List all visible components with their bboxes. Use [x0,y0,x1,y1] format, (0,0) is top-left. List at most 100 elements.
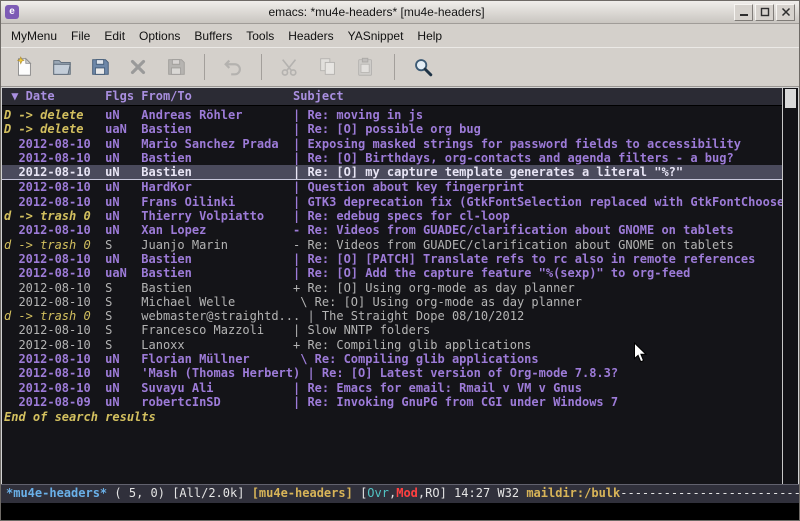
maximize-button[interactable] [755,4,774,21]
modeline-segment-plain: 14:27 [454,486,490,500]
message-summary: uN robertcInSD | Re: Invoking GnuPG from… [105,395,618,409]
modeline-segment-plain: ( 5, 0) [114,486,165,500]
modeline-segment-plain: W32 [497,486,519,500]
toolbar-separator [204,54,205,80]
message-summary: uN 'Mash (Thomas Herbert) | Re: [O] Late… [105,366,618,380]
new-file-icon[interactable] [6,51,42,83]
message-date: 2012-08-10 [4,223,105,237]
message-date: 2012-08-10 [4,137,105,151]
scrollbar-thumb[interactable] [785,89,796,108]
message-summary: uN Bastien | Re: [O] [PATCH] Translate r… [105,252,755,266]
message-summary: uaN Bastien | Re: [O] Add the capture fe… [105,266,690,280]
message-row[interactable]: d -> trash 0 S webmaster@straightd... | … [4,309,782,323]
menu-item-headers[interactable]: Headers [281,26,340,46]
menu-item-edit[interactable]: Edit [97,26,132,46]
titlebar[interactable]: e emacs: *mu4e-headers* [mu4e-headers] [1,1,799,24]
message-row[interactable]: 2012-08-10 uN Xan Lopez - Re: Videos fro… [4,223,782,237]
message-summary: S Michael Welle \ Re: [O] Using org-mode… [105,295,582,309]
message-row[interactable]: 2012-08-10 uN Mario Sanchez Prada | Expo… [4,137,782,151]
menu-bar: MyMenuFileEditOptionsBuffersToolsHeaders… [1,24,799,47]
mark-target: d -> trash 0 [4,238,105,252]
toolbar [1,47,799,87]
message-row[interactable]: d -> trash 0 uN Thierry Volpiatto | Re: … [4,209,782,223]
modeline-segment-mode: maildir:/bulk [526,486,620,500]
buffer-frame: ▼ Date Flgs From/To Subject D -> delete … [1,87,799,484]
message-summary: uN Frans Oilinki | GTK3 deprecation fix … [105,195,782,209]
modeline-segment-plain [244,486,251,500]
menu-item-file[interactable]: File [64,26,97,46]
message-date: 2012-08-10 [4,195,105,209]
minimize-button[interactable] [734,4,753,21]
message-summary: uN Suvayu Ali | Re: Emacs for email: Rma… [105,381,582,395]
menu-item-mymenu[interactable]: MyMenu [4,26,64,46]
echo-area[interactable] [1,503,799,520]
modeline-segment-plain: [ [353,486,367,500]
message-row[interactable]: d -> trash 0 S Juanjo Marin - Re: Videos… [4,238,782,252]
menu-item-options[interactable]: Options [132,26,187,46]
mu4e-headers-buffer: ▼ Date Flgs From/To Subject D -> delete … [2,88,782,484]
message-row[interactable]: D -> delete uaN Bastien | Re: [O] possib… [4,122,782,136]
message-row[interactable]: 2012-08-10 uN HardKor | Question about k… [4,180,782,194]
search-icon[interactable] [405,51,441,83]
message-summary: uN Florian Müllner \ Re: Compiling glib … [105,352,538,366]
message-date: 2012-08-10 [4,338,105,352]
undo-icon [215,51,251,83]
scrollbar[interactable] [782,88,798,484]
toolbar-separator [394,54,395,80]
kill-buffer-icon[interactable] [120,51,156,83]
message-summary: uN HardKor | Question about key fingerpr… [105,180,524,194]
message-row[interactable]: 2012-08-10 uN Florian Müllner \ Re: Comp… [4,352,782,366]
modeline-segment-plain: RO [425,486,439,500]
message-summary: uN Xan Lopez - Re: Videos from GUADEC/cl… [105,223,734,237]
message-row[interactable]: 2012-08-10 uN Bastien | Re: [O] [PATCH] … [4,252,782,266]
message-row[interactable]: D -> delete uN Andreas Röhler | Re: movi… [4,108,782,122]
message-date: 2012-08-10 [4,281,105,295]
message-row[interactable]: 2012-08-10 uN 'Mash (Thomas Herbert) | R… [4,366,782,380]
end-of-search-results: End of search results [4,410,782,424]
emacs-window: e emacs: *mu4e-headers* [mu4e-headers] M… [0,0,800,521]
message-date: 2012-08-10 [4,165,105,179]
menu-item-yasnippet[interactable]: YASnippet [341,26,411,46]
message-date: 2012-08-10 [4,352,105,366]
header-line[interactable]: ▼ Date Flgs From/To Subject [2,88,782,106]
message-row[interactable]: 2012-08-10 S Michael Welle \ Re: [O] Usi… [4,295,782,309]
message-summary: uN Thierry Volpiatto | Re: edebug specs … [105,209,510,223]
close-button[interactable] [776,4,795,21]
menu-item-tools[interactable]: Tools [239,26,281,46]
menu-item-buffers[interactable]: Buffers [187,26,239,46]
mode-line[interactable]: *mu4e-headers* ( 5, 0) [All/2.0k] [mu4e-… [1,484,799,503]
message-summary: uN Mario Sanchez Prada | Exposing masked… [105,137,741,151]
message-summary: uN Bastien | Re: [O] Birthdays, org-cont… [105,151,734,165]
message-date: 2012-08-10 [4,323,105,337]
message-row[interactable]: 2012-08-10 uN Bastien | Re: [O] my captu… [2,165,782,180]
message-date: 2012-08-10 [4,366,105,380]
modeline-segment-plain: -------------------------- [620,486,799,500]
mark-target: D -> delete [4,122,105,136]
message-row[interactable]: 2012-08-10 uN Bastien | Re: [O] Birthday… [4,151,782,165]
message-row[interactable]: 2012-08-10 S Francesco Mazzoli | Slow NN… [4,323,782,337]
message-row[interactable]: 2012-08-10 S Lanoxx + Re: Compiling glib… [4,338,782,352]
modeline-segment-plain: ] [440,486,454,500]
emacs-app-icon: e [5,5,19,19]
message-date: 2012-08-10 [4,252,105,266]
modeline-segment-plain: [All/2.0k] [172,486,244,500]
copy-icon [310,51,346,83]
message-row[interactable]: 2012-08-09 uN robertcInSD | Re: Invoking… [4,395,782,409]
open-file-icon[interactable] [44,51,80,83]
modeline-segment-buffer: *mu4e-headers* [6,486,107,500]
message-list: D -> delete uN Andreas Röhler | Re: movi… [2,106,782,484]
message-row[interactable]: 2012-08-10 uN Suvayu Ali | Re: Emacs for… [4,381,782,395]
message-summary: S Francesco Mazzoli | Slow NNTP folders [105,323,430,337]
message-date: 2012-08-10 [4,180,105,194]
menu-item-help[interactable]: Help [410,26,449,46]
save-icon[interactable] [82,51,118,83]
message-row[interactable]: 2012-08-10 uN Frans Oilinki | GTK3 depre… [4,195,782,209]
message-date: 2012-08-10 [4,266,105,280]
window-title: emacs: *mu4e-headers* [mu4e-headers] [23,5,730,19]
message-date: 2012-08-10 [4,295,105,309]
message-row[interactable]: 2012-08-10 S Bastien + Re: [O] Using org… [4,281,782,295]
mark-target: d -> trash 0 [4,209,105,223]
message-row[interactable]: 2012-08-10 uaN Bastien | Re: [O] Add the… [4,266,782,280]
toolbar-separator [261,54,262,80]
modeline-segment-mod: Mod [396,486,418,500]
